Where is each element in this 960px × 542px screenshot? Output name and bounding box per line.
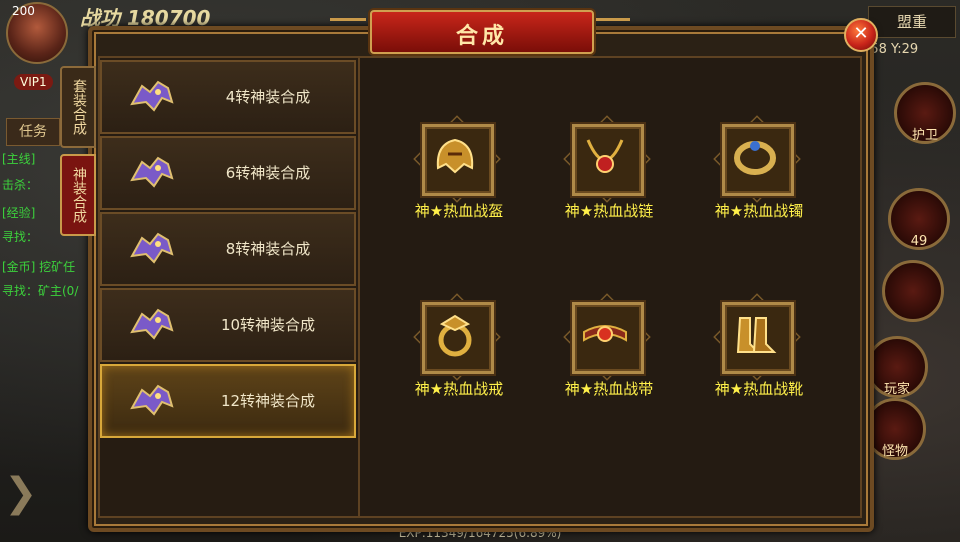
- ring-icon: [438, 314, 472, 357]
- attack-skill-button[interactable]: [882, 260, 944, 322]
- title-ornament-left: [330, 18, 366, 43]
- list-item-10-turn[interactable]: 10转神装合成: [100, 288, 356, 362]
- list-item-label: 12转神装合成: [220, 392, 316, 410]
- item-name: 神★热血战镯: [714, 202, 804, 220]
- vip-badge[interactable]: VIP1: [14, 74, 53, 90]
- equipment-slot-ring[interactable]: 神★热血战戒: [384, 293, 534, 422]
- expand-arrow-icon[interactable]: ❯: [4, 470, 38, 530]
- item-name: 神★热血战戒: [414, 380, 504, 398]
- equipment-slot-belt[interactable]: 神★热血战带: [534, 293, 684, 422]
- necklace-icon: [586, 139, 624, 173]
- equipment-slot-necklace[interactable]: 神★热血战链: [534, 115, 684, 244]
- dragon-emblem-icon: [130, 232, 174, 264]
- item-name: 神★热血战盔: [414, 202, 504, 220]
- guard-button[interactable]: 护卫: [894, 82, 956, 144]
- player-target-button[interactable]: 玩家: [866, 336, 928, 398]
- quest-line[interactable]: [主线]: [2, 150, 35, 167]
- list-item-12-turn[interactable]: 12转神装合成: [100, 364, 356, 438]
- list-item-4-turn[interactable]: 4转神装合成: [100, 60, 356, 134]
- list-item-label: 4转神装合成: [225, 88, 311, 106]
- item-name: 神★热血战链: [564, 202, 654, 220]
- item-name: 神★热血战带: [564, 380, 654, 398]
- list-item-8-turn[interactable]: 8转神装合成: [100, 212, 356, 286]
- quest-line[interactable]: 寻找：矿主(0/: [2, 282, 78, 299]
- list-item-label: 6转神装合成: [225, 164, 311, 182]
- equipment-slot-boots[interactable]: 神★热血战靴: [684, 293, 834, 422]
- quest-line[interactable]: [经验]: [2, 204, 35, 221]
- dialog-title: 合成: [455, 24, 508, 49]
- list-item-label: 8转神装合成: [225, 240, 311, 258]
- monster-label: 怪物: [881, 444, 908, 459]
- bracelet-icon: [734, 141, 776, 175]
- item-name: 神★热血战靴: [714, 380, 804, 398]
- quest-line[interactable]: 寻找：: [2, 228, 38, 245]
- tab-divine-synthesis[interactable]: 神装合成: [60, 154, 96, 236]
- close-icon[interactable]: ✕: [844, 18, 878, 52]
- dragon-emblem-icon: [130, 308, 174, 340]
- equipment-slot-bracelet[interactable]: 神★热血战镯: [684, 115, 834, 244]
- list-item-6-turn[interactable]: 6转神装合成: [100, 136, 356, 210]
- quest-tab[interactable]: 任务: [6, 118, 60, 146]
- dragon-emblem-icon: [130, 156, 174, 188]
- belt-icon: [583, 325, 627, 342]
- dialog-title-plate: 合成: [370, 10, 594, 54]
- helmet-icon: [436, 138, 474, 174]
- quest-line[interactable]: [金币] 挖矿任: [2, 258, 75, 275]
- tab-suit-synthesis[interactable]: 套装合成: [60, 66, 96, 148]
- quest-line[interactable]: 击杀：: [2, 176, 38, 193]
- skill-count: 49: [910, 234, 928, 249]
- skill-button[interactable]: 49: [888, 188, 950, 250]
- player-level: 200: [12, 4, 35, 18]
- dragon-emblem-icon: [130, 384, 174, 416]
- dragon-emblem-icon: [130, 80, 174, 112]
- title-ornament-right: [594, 18, 630, 43]
- boots-icon: [736, 317, 777, 353]
- guard-label: 护卫: [911, 128, 938, 143]
- equipment-slot-helmet[interactable]: 神★热血战盔: [384, 115, 534, 244]
- alliance-button[interactable]: 盟重: [868, 6, 956, 38]
- player-label: 玩家: [883, 382, 910, 397]
- list-item-label: 10转神装合成: [220, 316, 316, 334]
